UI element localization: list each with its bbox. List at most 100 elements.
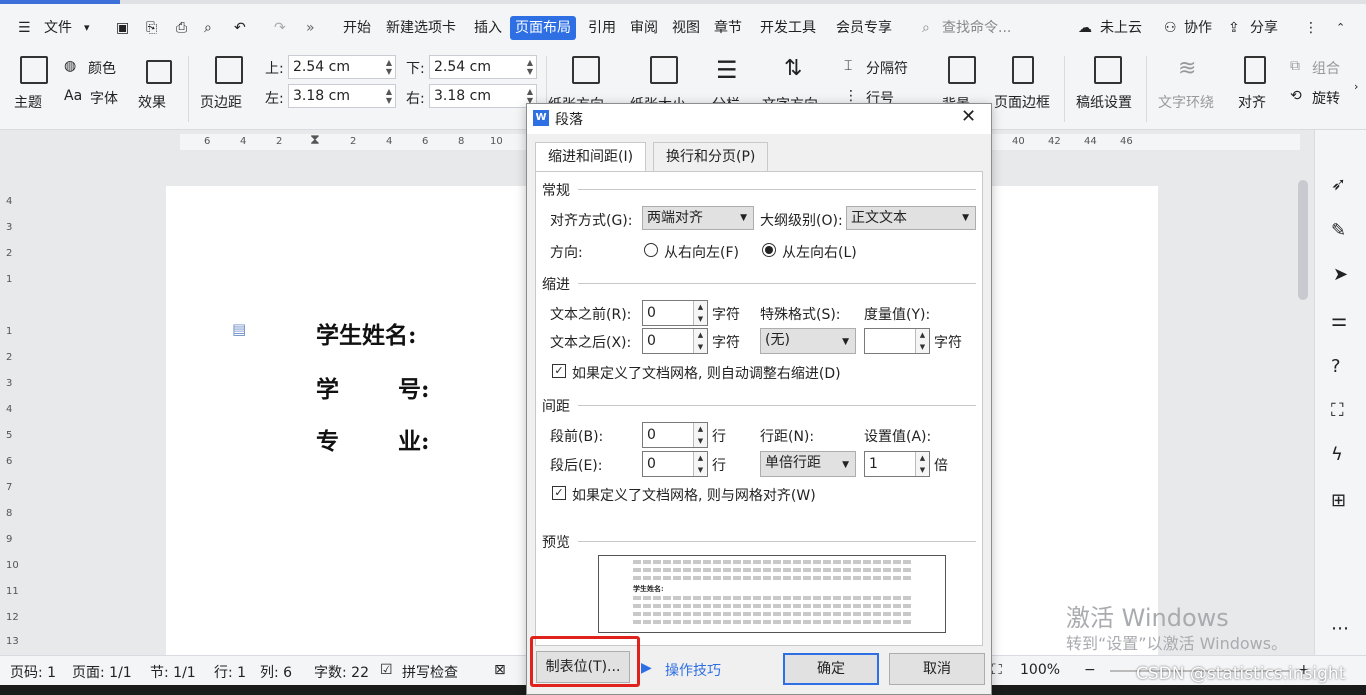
size-icon[interactable] xyxy=(650,56,678,84)
tab-member[interactable]: 会员专享 xyxy=(836,16,892,40)
print-preview-icon[interactable]: ⌕ xyxy=(204,16,212,40)
margins-icon[interactable] xyxy=(215,56,243,84)
dialog-titlebar[interactable]: W 段落 ✕ xyxy=(527,104,991,134)
margins-button[interactable]: 页边距 xyxy=(200,92,242,112)
print-icon[interactable]: ⎙ xyxy=(176,16,187,40)
cloud-status[interactable]: 未上云 xyxy=(1100,16,1142,40)
collab-button[interactable]: 协作 xyxy=(1184,16,1212,40)
space-after-input[interactable]: 0 ▲ ▼ xyxy=(642,451,708,477)
ribbon-scroll-right-icon[interactable]: › xyxy=(1354,80,1358,93)
text-wrap-button[interactable]: 文字环绕 xyxy=(1158,92,1214,112)
before-text-unit[interactable]: 字符 xyxy=(712,304,740,324)
tab-new[interactable]: 新建选项卡 xyxy=(386,16,456,40)
space-before-unit[interactable]: 行 xyxy=(712,426,726,446)
after-text-input[interactable]: 0 ▲ ▼ xyxy=(642,328,708,354)
align-button[interactable]: 对齐 xyxy=(1238,92,1266,112)
redo-icon[interactable]: ↷ xyxy=(274,16,286,40)
background-icon[interactable] xyxy=(948,56,976,84)
page-border-button[interactable]: 页面边框 xyxy=(994,92,1050,112)
measure-unit[interactable]: 字符 xyxy=(934,332,962,352)
tab-line-page-breaks[interactable]: 换行和分页(P) xyxy=(653,142,769,172)
image-icon[interactable]: ⛶ xyxy=(1331,400,1344,421)
chevron-down-icon[interactable]: ▾ xyxy=(84,16,90,40)
space-after-unit[interactable]: 行 xyxy=(712,455,726,475)
outline-level-select[interactable]: 正文文本 ▼ xyxy=(846,206,976,230)
before-text-input[interactable]: 0 ▲ ▼ xyxy=(642,300,708,326)
rtl-radio[interactable] xyxy=(644,243,658,257)
space-before-input[interactable]: 0 ▲ ▼ xyxy=(642,422,708,448)
grid-paper-icon[interactable] xyxy=(1094,56,1122,84)
margin-left-input[interactable]: 3.18 cm ▲ ▼ xyxy=(288,84,396,108)
book-icon[interactable]: ⊞ xyxy=(1331,490,1346,511)
rotate-button[interactable]: 旋转 xyxy=(1312,88,1340,108)
tab-developer[interactable]: 开发工具 xyxy=(760,16,816,40)
color-button[interactable]: 颜色 xyxy=(88,58,116,78)
auto-indent-label[interactable]: 如果定义了文档网格, 则自动调整右缩进(D) xyxy=(572,363,841,383)
effect-icon[interactable] xyxy=(146,60,172,84)
tab-indent-spacing[interactable]: 缩进和间距(I) xyxy=(535,142,647,172)
theme-button[interactable]: 主题 xyxy=(14,92,42,112)
tab-home[interactable]: 开始 xyxy=(343,16,371,40)
hamburger-icon[interactable]: ☰ xyxy=(18,16,31,40)
more-icon[interactable]: ⋯ xyxy=(1331,618,1349,639)
spell-check-button[interactable]: 拼写检查 xyxy=(402,662,458,682)
help-icon[interactable]: ? xyxy=(1331,356,1341,377)
doc-check-icon[interactable]: ⊠ xyxy=(494,662,506,678)
ltr-radio[interactable] xyxy=(762,243,776,257)
status-word-count[interactable]: 字数: 22 xyxy=(314,662,369,682)
font-button[interactable]: 字体 xyxy=(90,88,118,108)
fit-page-icon[interactable]: ⛶ xyxy=(992,662,1002,678)
grid-paper-button[interactable]: 稿纸设置 xyxy=(1076,92,1132,112)
vertical-ruler[interactable]: 4 3 2 1 1 2 3 4 5 6 7 8 9 10 11 12 13 xyxy=(0,150,20,655)
breaks-button[interactable]: 分隔符 xyxy=(866,58,908,78)
sliders-icon[interactable]: ⚌ xyxy=(1331,310,1347,331)
rtl-label[interactable]: 从右向左(F) xyxy=(664,242,739,262)
status-row[interactable]: 行: 1 xyxy=(214,662,246,682)
align-icon[interactable] xyxy=(1244,56,1266,84)
rocket-icon[interactable]: ➶ xyxy=(1331,174,1346,195)
zoom-out-icon[interactable]: − xyxy=(1084,662,1096,678)
cursor-icon[interactable]: ➤ xyxy=(1333,264,1348,285)
collapse-ribbon-icon[interactable]: ⌃ xyxy=(1336,16,1345,40)
snap-grid-checkbox[interactable]: ✓ xyxy=(552,486,566,500)
share-button[interactable]: 分享 xyxy=(1250,16,1278,40)
margin-right-input[interactable]: 3.18 cm ▲ ▼ xyxy=(429,84,537,108)
margin-bottom-input[interactable]: 2.54 cm ▲ ▼ xyxy=(429,55,537,79)
snap-grid-label[interactable]: 如果定义了文档网格, 则与网格对齐(W) xyxy=(572,485,816,505)
status-page-num[interactable]: 页码: 1 xyxy=(10,662,56,682)
tab-page-layout[interactable]: 页面布局 xyxy=(510,16,576,40)
alignment-select[interactable]: 两端对齐 ▼ xyxy=(642,206,754,230)
tips-link[interactable]: 操作技巧 xyxy=(665,660,721,680)
paragraph-mark-icon[interactable]: ▤ xyxy=(232,320,246,338)
tab-review[interactable]: 审阅 xyxy=(630,16,658,40)
auto-indent-checkbox[interactable]: ✓ xyxy=(552,364,566,378)
search-command[interactable]: 查找命令... xyxy=(942,16,1011,40)
status-section[interactable]: 节: 1/1 xyxy=(150,662,196,682)
theme-icon[interactable] xyxy=(20,56,48,84)
cancel-button[interactable]: 取消 xyxy=(889,653,985,685)
ltr-label[interactable]: 从左向右(L) xyxy=(782,242,857,262)
line-spacing-select[interactable]: 单倍行距 ▼ xyxy=(760,451,856,477)
tab-view[interactable]: 视图 xyxy=(672,16,700,40)
tab-chapter[interactable]: 章节 xyxy=(714,16,742,40)
measure-input[interactable]: ▲ ▼ xyxy=(864,328,930,354)
export-pdf-icon[interactable]: ⎘ xyxy=(146,16,157,40)
group-button[interactable]: 组合 xyxy=(1312,58,1340,78)
close-icon[interactable]: ✕ xyxy=(961,106,976,127)
orientation-icon[interactable] xyxy=(572,56,600,84)
effect-button[interactable]: 效果 xyxy=(138,92,166,112)
page-border-icon[interactable] xyxy=(1012,56,1034,84)
status-col[interactable]: 列: 6 xyxy=(260,662,292,682)
tab-references[interactable]: 引用 xyxy=(588,16,616,40)
tab-insert[interactable]: 插入 xyxy=(474,16,502,40)
file-menu[interactable]: 文件 xyxy=(44,16,72,40)
indent-marker-icon[interactable]: ⧗ xyxy=(310,132,320,148)
pen-icon[interactable]: ✎ xyxy=(1331,220,1346,241)
status-pages[interactable]: 页面: 1/1 xyxy=(72,662,132,682)
lightning-icon[interactable]: ϟ xyxy=(1331,444,1343,465)
save-icon[interactable]: ▣ xyxy=(116,16,129,40)
after-text-unit[interactable]: 字符 xyxy=(712,332,740,352)
margin-top-input[interactable]: 2.54 cm ▲ ▼ xyxy=(288,55,396,79)
special-format-select[interactable]: (无) ▼ xyxy=(760,328,856,354)
zoom-level[interactable]: 100% xyxy=(1020,662,1060,678)
